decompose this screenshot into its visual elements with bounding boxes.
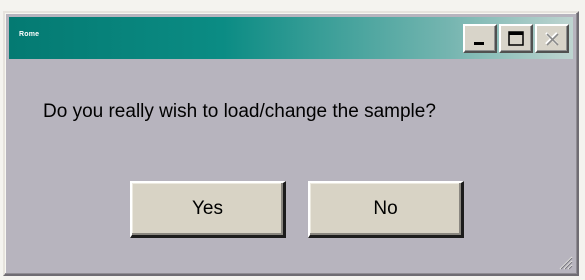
yes-button[interactable]: Yes <box>130 181 286 238</box>
close-icon <box>545 31 559 46</box>
resize-grip-icon[interactable] <box>557 254 573 270</box>
maximize-icon <box>508 30 524 46</box>
title-bar[interactable]: Rome <box>9 17 573 59</box>
minimize-icon <box>474 41 484 45</box>
maximize-button[interactable] <box>499 24 533 53</box>
no-button[interactable]: No <box>308 181 464 238</box>
minimize-button[interactable] <box>463 24 497 53</box>
close-button[interactable] <box>535 24 569 53</box>
dialog-window: Rome Do you really wish to load/change t… <box>3 11 579 276</box>
window-title: Rome <box>19 31 40 38</box>
dialog-message: Do you really wish to load/change the sa… <box>43 101 436 122</box>
title-bar-buttons <box>463 24 569 53</box>
